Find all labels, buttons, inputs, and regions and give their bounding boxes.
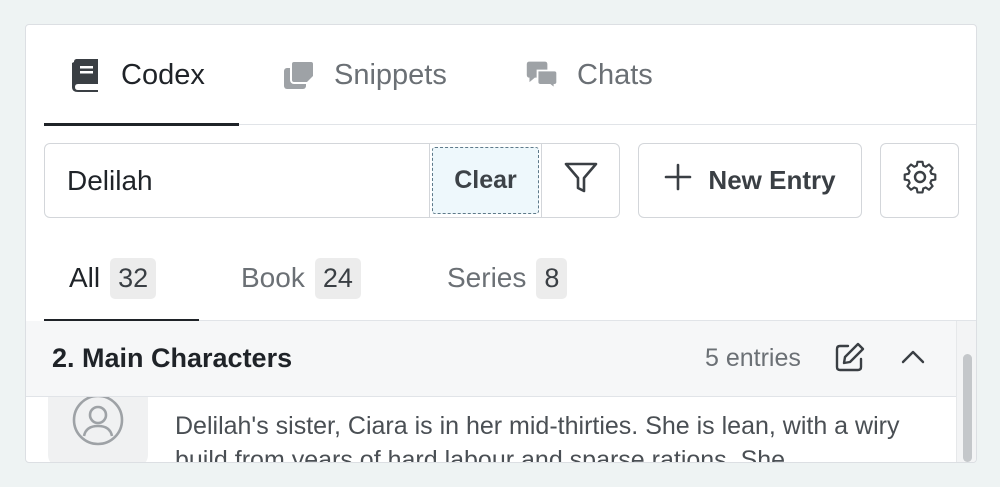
search-group: Clear — [44, 143, 620, 218]
list-item[interactable]: Delilah's sister, Ciara is in her mid-th… — [26, 397, 956, 463]
top-tabs: Codex Snippets Chats — [44, 25, 976, 126]
tab-codex[interactable]: Codex — [44, 25, 239, 126]
count-badge: 32 — [110, 257, 157, 299]
clear-button-label: Clear — [432, 147, 539, 214]
snippets-icon — [282, 58, 316, 92]
gear-icon — [902, 160, 938, 201]
settings-button[interactable] — [880, 143, 959, 218]
book-icon — [69, 58, 103, 92]
user-icon — [71, 397, 125, 452]
new-entry-button[interactable]: New Entry — [638, 143, 862, 218]
filter-tab-series-label: Series — [447, 262, 527, 293]
plus-icon — [664, 163, 692, 198]
clear-button[interactable]: Clear — [429, 144, 541, 217]
tab-chats-label: Chats — [577, 58, 653, 91]
edit-icon[interactable] — [834, 341, 866, 378]
chats-icon — [525, 58, 559, 92]
section-title: 2. Main Characters — [52, 343, 293, 373]
scrollbar[interactable] — [956, 321, 976, 462]
filter-tab-book[interactable]: Book 24 — [241, 235, 361, 321]
search-input[interactable] — [45, 144, 429, 217]
count-badge: 8 — [536, 257, 568, 299]
entry-description: Delilah's sister, Ciara is in her mid-th… — [175, 412, 900, 463]
filter-tabs: All 32 Book 24 Series 8 — [44, 235, 976, 322]
scrollbar-thumb[interactable] — [963, 354, 972, 462]
entries-count: 5 entries — [705, 344, 801, 372]
filter-tab-all[interactable]: All 32 — [44, 235, 199, 322]
filter-button[interactable] — [541, 144, 619, 217]
tab-snippets[interactable]: Snippets — [282, 25, 447, 125]
filter-tab-book-label: Book — [241, 262, 305, 293]
filter-tab-series[interactable]: Series 8 — [447, 235, 568, 321]
filter-tab-all-label: All — [69, 262, 101, 293]
filter-icon — [563, 161, 599, 200]
tab-codex-label: Codex — [121, 58, 205, 91]
codex-panel: Codex Snippets Chats Delilah Clear New E… — [25, 24, 977, 463]
section-header[interactable]: 2. Main Characters 5 entries — [26, 321, 956, 397]
tab-snippets-label: Snippets — [334, 58, 447, 91]
tab-chats[interactable]: Chats — [525, 25, 653, 125]
count-badge: 24 — [314, 257, 361, 299]
chevron-up-icon[interactable] — [899, 343, 927, 376]
new-entry-label: New Entry — [708, 165, 836, 195]
avatar — [48, 397, 148, 462]
